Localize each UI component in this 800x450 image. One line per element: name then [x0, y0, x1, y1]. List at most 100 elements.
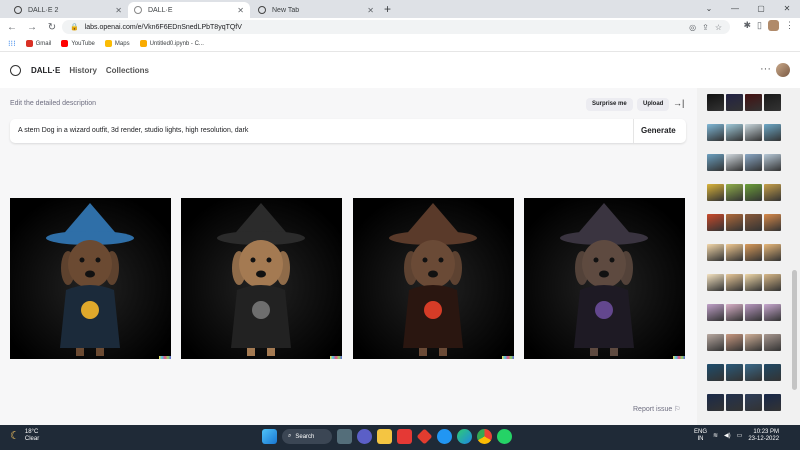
surprise-me-button[interactable]: Surprise me	[586, 98, 633, 111]
result-image-3[interactable]	[353, 198, 514, 359]
close-window-icon[interactable]: ✕	[774, 0, 800, 18]
teams-chat-icon[interactable]	[357, 429, 372, 444]
history-thumbnail[interactable]	[745, 94, 762, 111]
close-icon[interactable]: ✕	[237, 6, 244, 15]
history-thumbnail[interactable]	[707, 334, 724, 351]
file-explorer-icon[interactable]	[377, 429, 392, 444]
history-thumbnail[interactable]	[764, 394, 781, 411]
history-thumbnail[interactable]	[745, 304, 762, 321]
bookmark-colab[interactable]: Untitled0.ipynb - C...	[139, 40, 204, 47]
bookmark-youtube[interactable]: YouTube	[61, 40, 95, 47]
history-thumbnail[interactable]	[764, 154, 781, 171]
side-panel-icon[interactable]: ▯	[757, 20, 762, 31]
maximize-icon[interactable]: ▢	[748, 0, 774, 18]
volume-icon[interactable]: ◀)	[724, 433, 731, 440]
result-image-1[interactable]	[10, 198, 171, 359]
tab-dalle-2[interactable]: DALL·E 2 ✕	[8, 2, 128, 18]
result-image-2[interactable]	[181, 198, 342, 359]
history-thumbnail[interactable]	[764, 124, 781, 141]
history-thumbnail[interactable]	[745, 274, 762, 291]
tab-dalle[interactable]: DALL·E ✕	[128, 2, 250, 18]
user-avatar[interactable]	[776, 63, 790, 77]
history-thumbnail[interactable]	[745, 394, 762, 411]
start-icon[interactable]	[262, 429, 277, 444]
nav-dalle[interactable]: DALL·E	[31, 66, 60, 75]
more-options-icon[interactable]: ···	[760, 63, 771, 75]
extensions-icon[interactable]: ✱	[744, 20, 752, 31]
nav-history[interactable]: History	[69, 66, 97, 75]
history-thumbnail[interactable]	[707, 304, 724, 321]
collapse-panel-icon[interactable]: →|	[673, 98, 684, 108]
history-thumbnail[interactable]	[726, 364, 743, 381]
history-thumbnail[interactable]	[726, 274, 743, 291]
generate-button[interactable]: Generate	[641, 126, 676, 135]
prompt-field[interactable]: A stern Dog in a wizard outfit, 3d rende…	[10, 119, 686, 143]
language-indicator[interactable]: ENG IN	[694, 429, 707, 443]
history-thumbnail[interactable]	[745, 244, 762, 261]
forward-icon[interactable]: →	[24, 22, 40, 33]
new-tab-button[interactable]: +	[384, 2, 391, 16]
bookmark-star-icon[interactable]: ☆	[715, 23, 722, 32]
apps-icon[interactable]: ⁝⁝⁝	[8, 39, 16, 48]
edge-icon[interactable]	[457, 429, 472, 444]
history-scrollbar[interactable]	[792, 270, 797, 390]
store-icon[interactable]	[397, 429, 412, 444]
history-thumbnail[interactable]	[745, 334, 762, 351]
task-view-icon[interactable]	[337, 429, 352, 444]
battery-icon[interactable]: ▭	[737, 433, 743, 440]
clock[interactable]: 10:23 PM 23-12-2022	[748, 429, 779, 443]
history-thumbnail[interactable]	[707, 124, 724, 141]
history-thumbnail[interactable]	[707, 274, 724, 291]
history-thumbnail[interactable]	[764, 334, 781, 351]
history-thumbnail[interactable]	[707, 94, 724, 111]
history-thumbnail[interactable]	[745, 154, 762, 171]
share-icon[interactable]: ⇪	[702, 23, 709, 32]
bookmark-maps[interactable]: Maps	[104, 40, 130, 47]
history-thumbnail[interactable]	[764, 184, 781, 201]
help-icon[interactable]	[437, 429, 452, 444]
history-thumbnail[interactable]	[707, 244, 724, 261]
history-thumbnail[interactable]	[745, 214, 762, 231]
openai-logo-icon[interactable]	[10, 65, 21, 76]
history-thumbnail[interactable]	[764, 274, 781, 291]
history-thumbnail[interactable]	[726, 244, 743, 261]
history-thumbnail[interactable]	[707, 364, 724, 381]
app-icon[interactable]	[416, 428, 433, 445]
minimize-icon[interactable]: —	[722, 0, 748, 18]
lock-icon[interactable]: 🔒	[70, 23, 79, 31]
history-thumbnail[interactable]	[726, 184, 743, 201]
google-lens-icon[interactable]: ◎	[689, 23, 696, 32]
reload-icon[interactable]: ↻	[44, 22, 60, 33]
prompt-text[interactable]: A stern Dog in a wizard outfit, 3d rende…	[18, 127, 248, 134]
close-icon[interactable]: ✕	[367, 6, 374, 15]
history-thumbnail[interactable]	[707, 394, 724, 411]
profile-avatar[interactable]	[768, 20, 779, 31]
chevron-down-icon[interactable]: ⌄	[696, 0, 722, 18]
history-thumbnail[interactable]	[764, 214, 781, 231]
menu-icon[interactable]: ⋮	[785, 20, 794, 31]
history-thumbnail[interactable]	[726, 304, 743, 321]
upload-button[interactable]: Upload	[637, 98, 670, 111]
bookmark-gmail[interactable]: Gmail	[25, 40, 51, 47]
history-thumbnail[interactable]	[764, 364, 781, 381]
address-bar[interactable]: 🔒 labs.openai.com/e/Vkn6F6EDnSnedLPbT8yq…	[62, 20, 730, 34]
history-thumbnail[interactable]	[726, 94, 743, 111]
history-thumbnail[interactable]	[707, 214, 724, 231]
nav-collections[interactable]: Collections	[106, 66, 149, 75]
taskbar-search[interactable]: ⌕ Search	[282, 429, 332, 444]
history-thumbnail[interactable]	[726, 124, 743, 141]
history-thumbnail[interactable]	[726, 214, 743, 231]
history-thumbnail[interactable]	[745, 184, 762, 201]
history-thumbnail[interactable]	[726, 154, 743, 171]
history-thumbnail[interactable]	[707, 154, 724, 171]
history-thumbnail[interactable]	[745, 364, 762, 381]
tab-new-tab[interactable]: New Tab ✕	[252, 2, 380, 18]
close-icon[interactable]: ✕	[115, 6, 122, 15]
history-thumbnail[interactable]	[726, 334, 743, 351]
history-thumbnail[interactable]	[764, 304, 781, 321]
history-thumbnail[interactable]	[707, 184, 724, 201]
history-thumbnail[interactable]	[745, 124, 762, 141]
chrome-icon[interactable]	[477, 429, 492, 444]
back-icon[interactable]: ←	[4, 22, 20, 33]
weather-widget[interactable]: ☾ 18°C Clear	[10, 429, 39, 443]
